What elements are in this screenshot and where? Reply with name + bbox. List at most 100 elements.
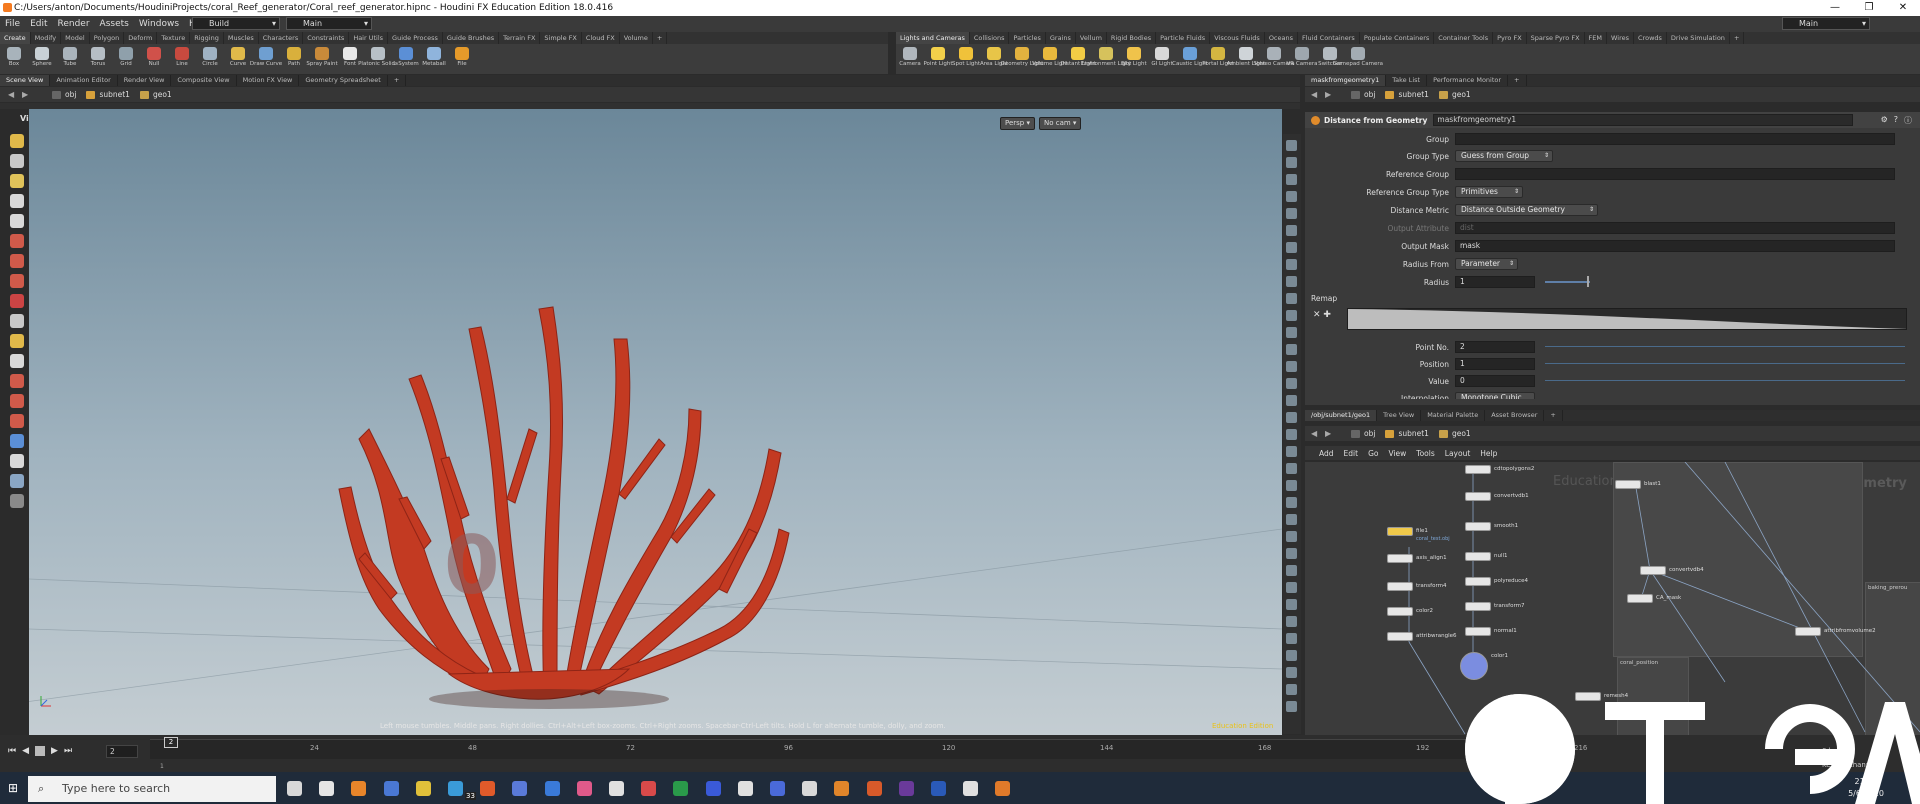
display-option-icon[interactable] <box>1286 412 1297 423</box>
frame-marker[interactable]: 2 <box>164 737 178 748</box>
pane-tab[interactable]: Take List <box>1386 75 1428 86</box>
taskbar-app-icon[interactable] <box>576 781 592 796</box>
viewport-tool-icon[interactable] <box>10 494 24 508</box>
viewport-tool-icon[interactable] <box>10 294 24 308</box>
shelf-tab[interactable]: Model <box>61 32 90 44</box>
shelf-tab[interactable]: Pyro FX <box>1493 32 1527 44</box>
shelf-tab[interactable]: Terrain FX <box>499 32 541 44</box>
param-field[interactable] <box>1455 168 1895 180</box>
network-menu-item[interactable]: Add <box>1319 449 1334 458</box>
last-frame-icon[interactable]: ⏭ <box>64 746 72 756</box>
display-option-icon[interactable] <box>1286 242 1297 253</box>
shelf-tab[interactable]: Rigid Bodies <box>1107 32 1157 44</box>
shelf-tool-caustic-light[interactable]: Caustic Light <box>1172 44 1208 74</box>
shelf-tool-font[interactable]: Font <box>336 44 364 74</box>
display-option-icon[interactable] <box>1286 378 1297 389</box>
play-icon[interactable]: ▶ <box>51 746 58 756</box>
node-name-field[interactable]: maskfromgeometry1 <box>1433 114 1854 126</box>
network-node[interactable]: attribfromvolume2 <box>1795 627 1876 636</box>
shelf-tool-path[interactable]: Path <box>280 44 308 74</box>
shelf-tool-grid[interactable]: Grid <box>112 44 140 74</box>
network-menu-item[interactable]: Edit <box>1344 449 1359 458</box>
param-field[interactable]: mask <box>1455 240 1895 252</box>
network-node[interactable]: file1 <box>1387 527 1428 536</box>
display-option-icon[interactable] <box>1286 633 1297 644</box>
viewport-tool-icon[interactable] <box>10 134 24 148</box>
shelf-tool-platonic-solids[interactable]: Platonic Solids <box>358 44 398 74</box>
taskbar-app-icon[interactable] <box>995 781 1011 796</box>
viewport-tool-icon[interactable] <box>10 374 24 388</box>
breadcrumb-geo1[interactable]: geo1 <box>1435 90 1477 99</box>
taskbar-app-icon[interactable] <box>319 781 335 796</box>
windows-start-icon[interactable]: ⊞ <box>8 781 18 795</box>
display-option-icon[interactable] <box>1286 497 1297 508</box>
display-option-icon[interactable] <box>1286 650 1297 661</box>
shelf-tab[interactable]: Constraints <box>303 32 350 44</box>
pane-tab[interactable]: + <box>1508 75 1527 86</box>
display-option-icon[interactable] <box>1286 174 1297 185</box>
display-option-icon[interactable] <box>1286 565 1297 576</box>
shelf-tool-sphere[interactable]: Sphere <box>28 44 56 74</box>
network-node[interactable]: transform7 <box>1465 602 1524 611</box>
viewport-tool-icon[interactable] <box>10 314 24 328</box>
shelf-tool-point-light[interactable]: Point Light <box>923 44 953 74</box>
network-node[interactable]: color2 <box>1387 607 1433 616</box>
shelf-tab[interactable]: Hair Utils <box>349 32 389 44</box>
display-option-icon[interactable] <box>1286 191 1297 202</box>
taskbar-app-icon[interactable] <box>898 781 914 796</box>
shelf-tab[interactable]: Muscles <box>224 32 259 44</box>
ramp-param-slider[interactable] <box>1545 380 1905 381</box>
display-option-icon[interactable] <box>1286 463 1297 474</box>
shelf-tool-gamepad-camera[interactable]: Gamepad Camera <box>1333 44 1383 74</box>
shelf-tab[interactable]: Texture <box>157 32 191 44</box>
3d-viewport[interactable]: 0 Persp ▾ No cam ▾ <box>29 109 1282 735</box>
shelf-tab[interactable]: Deform <box>124 32 158 44</box>
shelf-tool-camera[interactable]: Camera <box>896 44 924 74</box>
shelf-tool-sky-light[interactable]: Sky Light <box>1120 44 1148 74</box>
taskbar-app-icon[interactable] <box>641 781 657 796</box>
taskbar-app-icon[interactable] <box>609 781 624 796</box>
network-node[interactable]: cdtopolygons2 <box>1465 465 1534 474</box>
viewport-tool-icon[interactable] <box>10 214 24 228</box>
menu-windows[interactable]: Windows <box>134 16 184 32</box>
shelf-tool-switcher[interactable]: Switcher <box>1316 44 1344 74</box>
taskbar-app-icon[interactable] <box>866 781 882 796</box>
display-option-icon[interactable] <box>1286 701 1297 712</box>
display-option-icon[interactable] <box>1286 514 1297 525</box>
shelf-tool-volume-light[interactable]: Volume Light <box>1032 44 1068 74</box>
shelf-tool-circle[interactable]: Circle <box>196 44 224 74</box>
radius-slider[interactable] <box>1545 281 1590 283</box>
shelf-tool-distant-light[interactable]: Distant Light <box>1060 44 1096 74</box>
breadcrumb-geo1[interactable]: geo1 <box>136 90 178 99</box>
display-option-icon[interactable] <box>1286 208 1297 219</box>
pane-tab[interactable]: + <box>388 75 407 86</box>
ramp-param-field[interactable]: 0 <box>1455 375 1535 387</box>
shelf-tab[interactable]: Particles <box>1009 32 1046 44</box>
taskbar-app-icon[interactable] <box>287 781 302 796</box>
shelf-tool-file[interactable]: File <box>448 44 476 74</box>
taskbar-app-icon[interactable] <box>931 781 946 796</box>
pane-tab[interactable]: Render View <box>118 75 172 86</box>
display-option-icon[interactable] <box>1286 684 1297 695</box>
network-menu-item[interactable]: Layout <box>1445 449 1471 458</box>
network-node[interactable]: smooth1 <box>1465 522 1518 531</box>
radius-slider-handle[interactable] <box>1587 276 1589 287</box>
shelf-tab[interactable]: FEM <box>1585 32 1608 44</box>
shelf-tab[interactable]: Populate Containers <box>1360 32 1435 44</box>
menu-edit[interactable]: Edit <box>25 16 52 32</box>
range-start[interactable]: 1 <box>160 763 164 770</box>
breadcrumb-subnet1[interactable]: subnet1 <box>1381 429 1435 438</box>
taskbar-app-icon[interactable] <box>770 781 785 796</box>
shelf-tool-gi-light[interactable]: GI Light <box>1148 44 1176 74</box>
viewport-tool-icon[interactable] <box>10 254 24 268</box>
param-menu[interactable]: Guess from Group ⇕ <box>1455 150 1553 162</box>
breadcrumb-subnet1[interactable]: subnet1 <box>82 90 136 99</box>
shelf-tool-null[interactable]: Null <box>140 44 168 74</box>
menu-assets[interactable]: Assets <box>95 16 134 32</box>
shelf-tool-spray-paint[interactable]: Spray Paint <box>306 44 338 74</box>
ramp-param-field[interactable]: 2 <box>1455 341 1535 353</box>
info-icon[interactable]: ⓘ <box>1904 115 1912 126</box>
display-option-icon[interactable] <box>1286 361 1297 372</box>
display-option-icon[interactable] <box>1286 599 1297 610</box>
display-option-icon[interactable] <box>1286 344 1297 355</box>
